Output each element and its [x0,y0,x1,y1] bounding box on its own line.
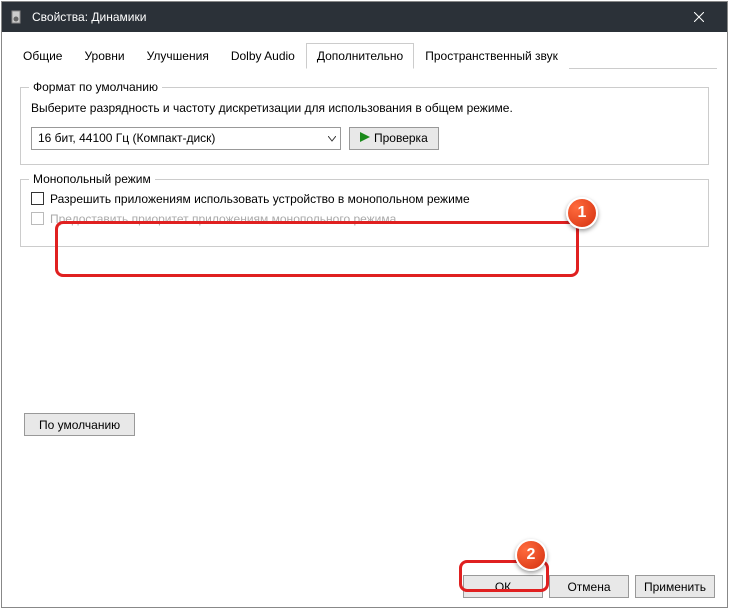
titlebar: Свойства: Динамики [2,2,727,32]
tab-advanced[interactable]: Дополнительно [306,43,414,69]
allow-exclusive-row: Разрешить приложениям использовать устро… [31,192,698,206]
close-icon [694,12,704,22]
window-title: Свойства: Динамики [32,10,679,24]
tab-content-advanced: Формат по умолчанию Выберите разрядность… [12,69,717,599]
apply-button[interactable]: Применить [635,575,715,598]
test-button[interactable]: Проверка [349,127,439,150]
cancel-button[interactable]: Отмена [549,575,629,598]
format-row: 16 бит, 44100 Гц (Компакт-диск) Проверка [31,127,698,150]
default-format-group: Формат по умолчанию Выберите разрядность… [20,87,709,165]
exclusive-mode-group: Монопольный режим Разрешить приложениям … [20,179,709,247]
chevron-down-icon [328,131,336,145]
tab-row: Общие Уровни Улучшения Dolby Audio Допол… [12,42,717,69]
allow-exclusive-checkbox[interactable] [31,192,44,205]
dialog-window: Свойства: Динамики Общие Уровни Улучшени… [1,1,728,608]
priority-exclusive-label: Предоставить приоритет приложениям моноп… [50,212,396,226]
annotation-badge-2: 2 [515,539,547,571]
format-instruction: Выберите разрядность и частоту дискретиз… [31,100,698,117]
test-button-label: Проверка [374,131,428,145]
ok-button[interactable]: ОК [463,575,543,598]
tab-spatial[interactable]: Пространственный звук [414,43,569,69]
restore-defaults-button[interactable]: По умолчанию [24,413,135,436]
priority-exclusive-checkbox [31,212,44,225]
speaker-icon [10,9,26,25]
allow-exclusive-label: Разрешить приложениям использовать устро… [50,192,470,206]
format-select[interactable]: 16 бит, 44100 Гц (Компакт-диск) [31,127,341,150]
annotation-badge-1: 1 [566,197,598,229]
close-button[interactable] [679,2,719,32]
tab-levels[interactable]: Уровни [73,43,135,69]
format-select-value: 16 бит, 44100 Гц (Компакт-диск) [38,131,215,145]
exclusive-mode-title: Монопольный режим [29,172,155,186]
play-icon [360,131,370,145]
tab-general[interactable]: Общие [12,43,73,69]
dialog-body: Общие Уровни Улучшения Dolby Audio Допол… [2,32,727,607]
default-format-title: Формат по умолчанию [29,80,162,94]
tab-dolby[interactable]: Dolby Audio [220,43,306,69]
dialog-button-bar: ОК Отмена Применить [463,575,715,598]
tab-enhancements[interactable]: Улучшения [136,43,220,69]
